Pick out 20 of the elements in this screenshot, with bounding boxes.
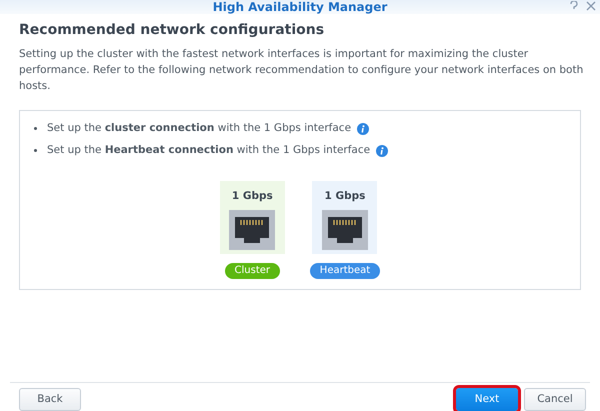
info-icon[interactable] — [357, 122, 370, 135]
port-speed: 1 Gbps — [324, 188, 366, 204]
description-text: Setting up the cluster with the fastest network interfaces is important for maximizing the cluster performance. Refer to the following network recommendation to configure your network interfaces on both hosts. — [19, 47, 584, 94]
help-icon[interactable] — [570, 1, 578, 11]
recommendation-text: Set up the Heartbeat connection with the 1 Gbps interface — [47, 142, 370, 158]
port-speed: 1 Gbps — [232, 188, 273, 204]
dialog-button[interactable]: Back — [19, 388, 81, 411]
ethernet-port-icon — [322, 210, 368, 250]
close-icon[interactable] — [586, 1, 596, 11]
dialog-button[interactable]: Cancel — [524, 388, 586, 411]
info-icon[interactable] — [376, 144, 388, 157]
next-button[interactable]: Next — [456, 388, 518, 411]
connection-tag: Cluster — [224, 262, 280, 278]
recommendation-text: Set up the cluster connection with the 1 Gbps interface — [47, 121, 352, 136]
bullet-icon — [34, 127, 37, 130]
connection-tag: Heartbeat — [310, 262, 380, 278]
bullet-icon — [34, 149, 37, 152]
ethernet-port-icon — [229, 210, 276, 250]
page-heading: Recommended network configurations — [19, 21, 326, 40]
window-title: High Availability Manager — [212, 0, 388, 14]
